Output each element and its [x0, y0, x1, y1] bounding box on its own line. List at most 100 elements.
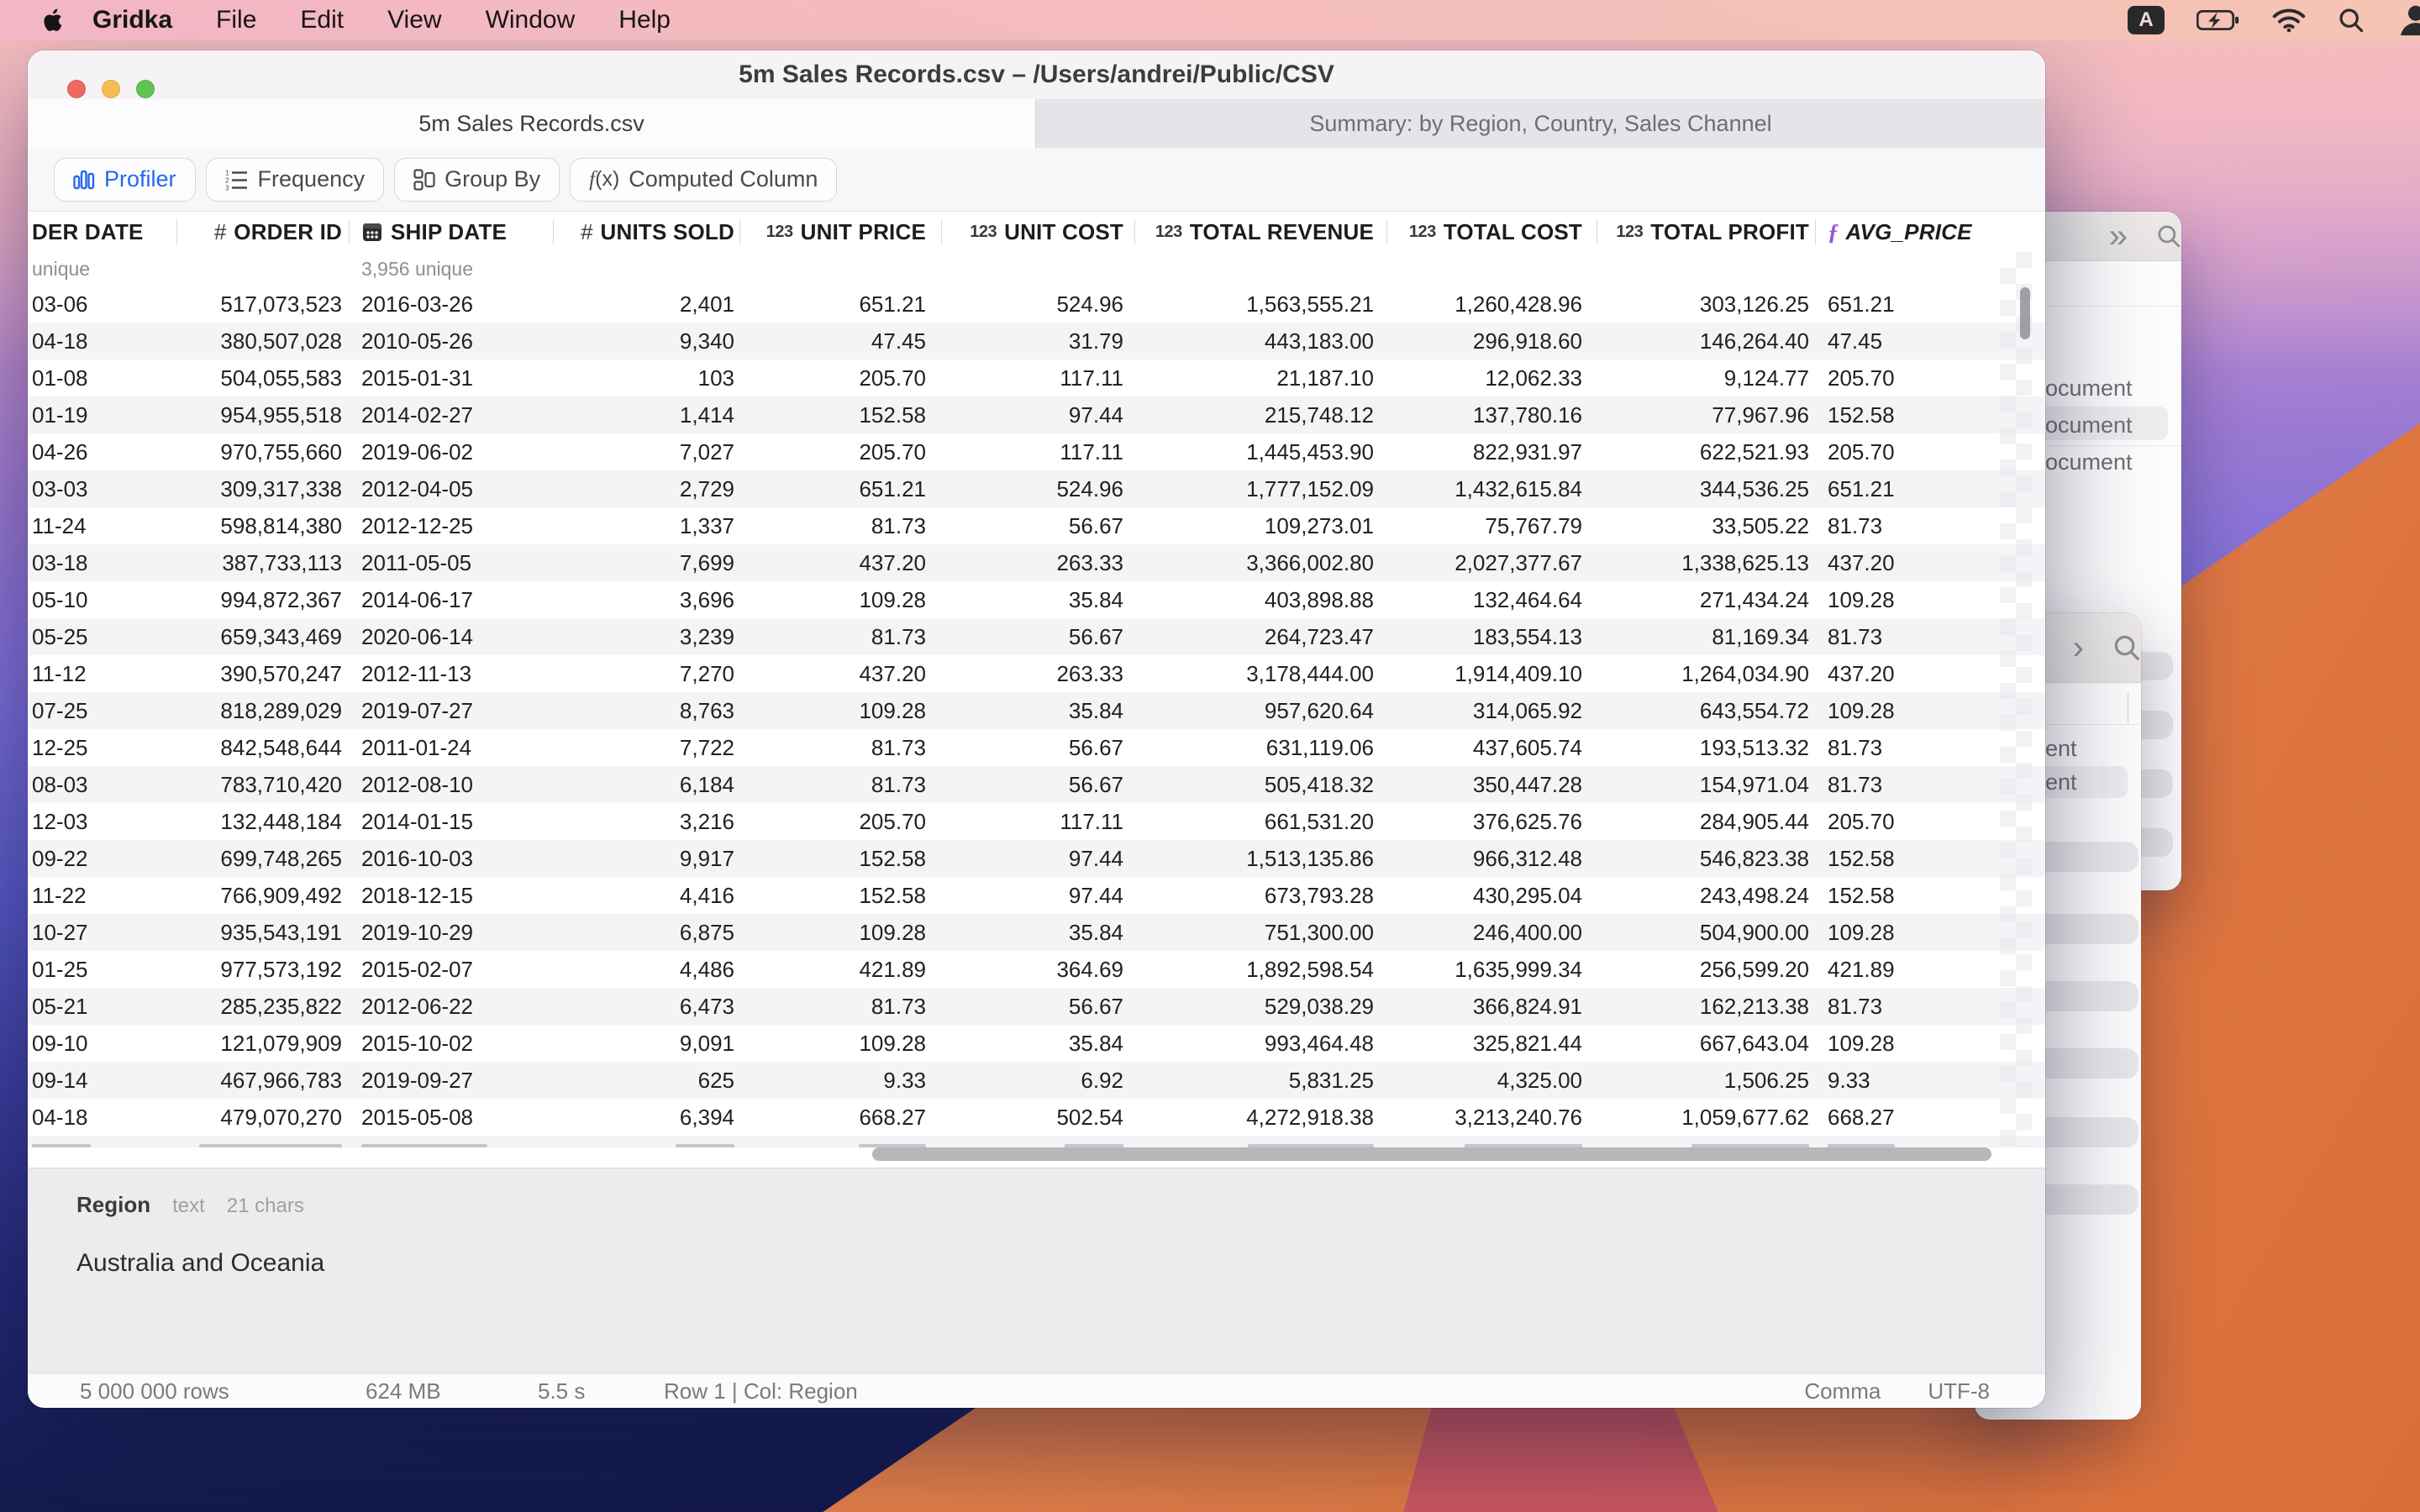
menu-item-window[interactable]: Window: [486, 6, 576, 34]
table-cell[interactable]: 1,914,409.10: [1386, 655, 1597, 692]
column-header-unit-cost[interactable]: 123 UNIT COST: [941, 212, 1134, 252]
table-cell[interactable]: 4,325.00: [1386, 1062, 1597, 1099]
table-cell[interactable]: 9,124.77: [1597, 360, 1815, 396]
table-cell[interactable]: 387,733,113: [176, 544, 349, 581]
table-cell[interactable]: 403,898.88: [1134, 581, 1386, 618]
table-cell[interactable]: 6,184: [553, 766, 739, 803]
table-cell[interactable]: 3,366,002.80: [1134, 544, 1386, 581]
table-cell[interactable]: 1,513,135.86: [1134, 840, 1386, 877]
table-cell[interactable]: 35.84: [941, 692, 1134, 729]
table-cell[interactable]: 2011-01-24: [349, 729, 553, 766]
table-cell[interactable]: 1,635,999.34: [1386, 951, 1597, 988]
table-cell[interactable]: 56.67: [941, 507, 1134, 544]
table-cell[interactable]: 303,126.25: [1597, 286, 1815, 323]
table-cell[interactable]: 121,079,909: [176, 1025, 349, 1062]
table-cell[interactable]: 2012-08-10: [349, 766, 553, 803]
table-cell[interactable]: 35.84: [941, 1025, 1134, 1062]
table-cell[interactable]: 1,563,555.21: [1134, 286, 1386, 323]
table-cell[interactable]: 109.28: [739, 581, 941, 618]
table-cell[interactable]: 162,213.38: [1597, 988, 1815, 1025]
horizontal-scrollbar[interactable]: [872, 1147, 1991, 1161]
table-cell[interactable]: 285,235,822: [176, 988, 349, 1025]
table-cell[interactable]: 3,239: [553, 618, 739, 655]
profiler-button[interactable]: Profiler: [54, 157, 196, 202]
table-cell[interactable]: 09-22: [28, 840, 176, 877]
table-cell[interactable]: 10-27: [28, 914, 176, 951]
table-cell[interactable]: 659,343,469: [176, 618, 349, 655]
table-cell[interactable]: 03-03: [28, 470, 176, 507]
table-cell[interactable]: 430,295.04: [1386, 877, 1597, 914]
table-cell[interactable]: 04-18: [28, 1099, 176, 1136]
table-cell[interactable]: 11-24: [28, 507, 176, 544]
table-cell[interactable]: 2019-09-27: [349, 1062, 553, 1099]
table-cell[interactable]: 443,183.00: [1134, 323, 1386, 360]
table-cell[interactable]: 81.73: [739, 729, 941, 766]
table-cell[interactable]: 2016-03-26: [349, 286, 553, 323]
table-cell[interactable]: 263.33: [941, 544, 1134, 581]
table-cell[interactable]: 6,394: [553, 1099, 739, 1136]
menu-item-view[interactable]: View: [387, 6, 441, 34]
table-cell[interactable]: 103: [553, 360, 739, 396]
table-cell[interactable]: 2014-01-15: [349, 803, 553, 840]
table-cell[interactable]: 205.70: [739, 360, 941, 396]
table-cell[interactable]: 651.21: [739, 286, 941, 323]
table-cell[interactable]: 479,070,270: [176, 1099, 349, 1136]
table-cell[interactable]: 05-21: [28, 988, 176, 1025]
table-cell[interactable]: 4,272,918.38: [1134, 1099, 1386, 1136]
table-cell[interactable]: 03-18: [28, 544, 176, 581]
table-cell[interactable]: 437,605.74: [1386, 729, 1597, 766]
table-cell[interactable]: 1,892,598.54: [1134, 951, 1386, 988]
table-cell[interactable]: 2014-02-27: [349, 396, 553, 433]
table-cell[interactable]: 117.11: [941, 360, 1134, 396]
table-cell[interactable]: 81.73: [739, 988, 941, 1025]
table-cell[interactable]: 4,486: [553, 951, 739, 988]
table-cell[interactable]: 5,831.25: [1134, 1062, 1386, 1099]
table-cell[interactable]: 77,967.96: [1597, 396, 1815, 433]
table-cell[interactable]: 2,027,377.67: [1386, 544, 1597, 581]
table-cell[interactable]: 246,400.00: [1386, 914, 1597, 951]
status-delimiter[interactable]: Comma: [1804, 1378, 1881, 1404]
table-cell[interactable]: 12,062.33: [1386, 360, 1597, 396]
table-cell[interactable]: 954,955,518: [176, 396, 349, 433]
table-cell[interactable]: 263.33: [941, 655, 1134, 692]
table-cell[interactable]: 970,755,660: [176, 433, 349, 470]
table-cell[interactable]: 344,536.25: [1597, 470, 1815, 507]
table-cell[interactable]: 3,213,240.76: [1386, 1099, 1597, 1136]
table-cell[interactable]: 546,823.38: [1597, 840, 1815, 877]
table-cell[interactable]: 154,971.04: [1597, 766, 1815, 803]
chevron-double-right-icon[interactable]: »: [2109, 219, 2128, 253]
table-cell[interactable]: 651.21: [739, 470, 941, 507]
table-cell[interactable]: 1,059,677.62: [1597, 1099, 1815, 1136]
table-cell[interactable]: 01-08: [28, 360, 176, 396]
table-cell[interactable]: 7,722: [553, 729, 739, 766]
table-cell[interactable]: 3,696: [553, 581, 739, 618]
table-cell[interactable]: 9.33: [739, 1062, 941, 1099]
table-cell[interactable]: 11-12: [28, 655, 176, 692]
table-cell[interactable]: 504,900.00: [1597, 914, 1815, 951]
wifi-icon[interactable]: [2272, 8, 2306, 33]
table-cell[interactable]: 2015-10-02: [349, 1025, 553, 1062]
table-cell[interactable]: 842,548,644: [176, 729, 349, 766]
user-switcher-icon[interactable]: [2396, 1, 2420, 39]
table-cell[interactable]: 12-25: [28, 729, 176, 766]
table-cell[interactable]: 783,710,420: [176, 766, 349, 803]
table-cell[interactable]: 109.28: [739, 914, 941, 951]
search-icon[interactable]: [2112, 633, 2141, 662]
table-cell[interactable]: 364.69: [941, 951, 1134, 988]
table-cell[interactable]: 97.44: [941, 877, 1134, 914]
table-cell[interactable]: 7,027: [553, 433, 739, 470]
table-cell[interactable]: 7,699: [553, 544, 739, 581]
table-cell[interactable]: 243,498.24: [1597, 877, 1815, 914]
table-cell[interactable]: 994,872,367: [176, 581, 349, 618]
table-cell[interactable]: 822,931.97: [1386, 433, 1597, 470]
table-cell[interactable]: 35.84: [941, 581, 1134, 618]
column-header-avg-price[interactable]: ƒ AVG_PRICE: [1815, 212, 2045, 252]
table-cell[interactable]: 2012-11-13: [349, 655, 553, 692]
table-cell[interactable]: 935,543,191: [176, 914, 349, 951]
table-cell[interactable]: 2019-06-02: [349, 433, 553, 470]
table-cell[interactable]: 7,270: [553, 655, 739, 692]
table-cell[interactable]: 631,119.06: [1134, 729, 1386, 766]
table-cell[interactable]: 517,073,523: [176, 286, 349, 323]
menu-item-help[interactable]: Help: [618, 6, 671, 34]
input-source-icon[interactable]: A: [2128, 6, 2165, 34]
